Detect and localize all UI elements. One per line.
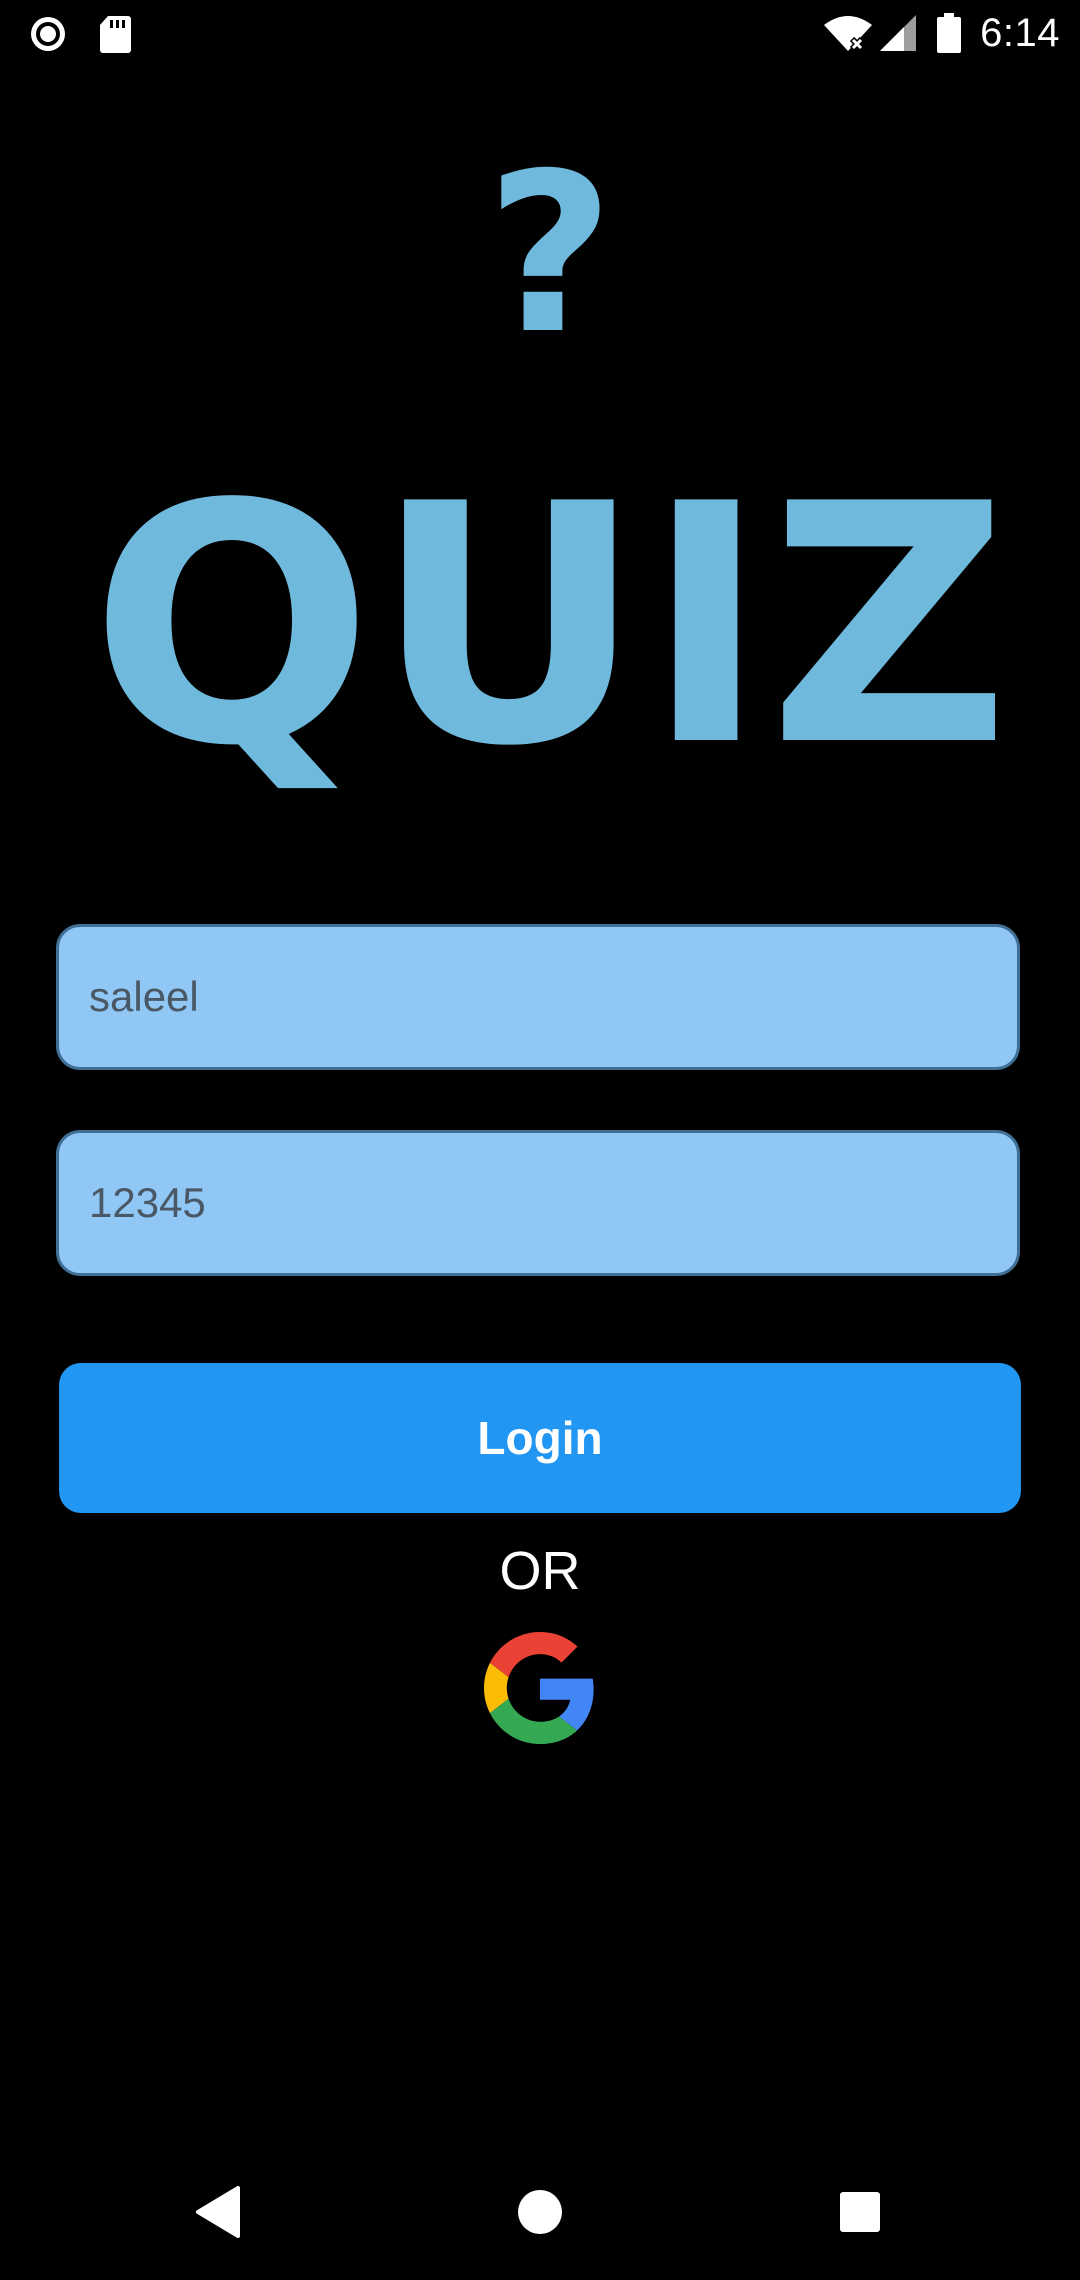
logo-wordmark: QUIZ — [90, 434, 1010, 800]
username-value: saleel — [89, 973, 199, 1020]
back-button[interactable] — [188, 2180, 252, 2244]
back-icon — [196, 2186, 240, 2238]
record-icon — [31, 17, 65, 51]
status-time: 6:14 — [980, 10, 1060, 55]
sd-card-icon — [100, 16, 131, 53]
cell-signal-icon — [880, 15, 917, 51]
logo-question-mark: ? — [486, 140, 614, 382]
status-icons: 6:14 — [822, 8, 1060, 58]
navigation-bar — [0, 2140, 1080, 2280]
quiz-logo: ? QUIZ — [90, 140, 1010, 800]
status-bar: 6:14 — [0, 0, 1080, 66]
recents-button[interactable] — [828, 2180, 892, 2244]
or-divider-label: OR — [499, 1541, 581, 1601]
battery-icon — [937, 13, 962, 53]
home-icon — [518, 2190, 562, 2234]
login-button-label: Login — [477, 1412, 603, 1464]
username-field[interactable]: saleel — [56, 924, 1020, 1070]
wifi-no-internet-icon — [824, 16, 873, 52]
home-button[interactable] — [508, 2180, 572, 2244]
password-field[interactable]: 12345 — [56, 1130, 1020, 1276]
login-button[interactable]: Login — [59, 1363, 1021, 1513]
recents-icon — [840, 2192, 880, 2232]
google-sign-in-button[interactable] — [484, 1632, 596, 1744]
password-value: 12345 — [89, 1179, 206, 1226]
google-g-icon — [484, 1632, 594, 1744]
